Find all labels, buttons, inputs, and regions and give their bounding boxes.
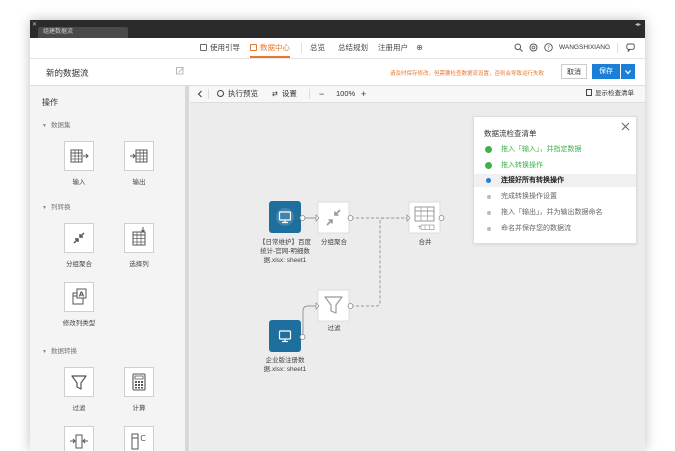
input-node-1-label: 【日常维护】百度统计-官网-明细数据.xlsx: sheet1: [259, 239, 311, 264]
title-bar: ✕ 组建数据流 ◂▸: [30, 20, 645, 38]
checklist-title: 数据流检查清单: [484, 129, 537, 138]
tool-calculate[interactable]: 计算: [114, 367, 164, 412]
pending-dot-icon: [487, 194, 491, 199]
app-window: ✕ 组建数据流 ◂▸ 使用引导 数据中心 总览 总结规划 注册用户 ⊕ ? WA…: [30, 20, 645, 451]
checklist-item[interactable]: 拖入「输入」，并指定数据: [474, 143, 636, 156]
close-icon[interactable]: ✕: [32, 21, 37, 28]
add-tab-icon[interactable]: ⊕: [415, 43, 424, 52]
input-node-2-label: 企业版注册数据.xlsx: sheet1: [263, 357, 307, 373]
nav-summary-plan[interactable]: 总结规划: [338, 38, 368, 58]
section-column-transform[interactable]: ▼ 列转换: [42, 201, 70, 211]
nav-registered-users[interactable]: 注册用户: [378, 38, 408, 58]
data-center-icon: [250, 44, 257, 51]
search-icon[interactable]: [514, 43, 523, 52]
edge-filter-merge: [351, 217, 408, 307]
support-icon[interactable]: [529, 43, 538, 52]
group-aggregate-icon: [64, 223, 94, 253]
checklist-panel: 数据流检查清单 拖入「输入」，并指定数据 拖入转换操作 连接好所有转换操作 完成…: [473, 116, 637, 244]
tool-split-column[interactable]: [54, 426, 104, 451]
close-icon[interactable]: [621, 122, 630, 134]
section-data-transform[interactable]: ▼ 数据转换: [42, 345, 77, 355]
nav-guide[interactable]: 使用引导: [200, 38, 240, 58]
column-type-icon: A: [64, 282, 94, 312]
pending-dot-icon: [487, 226, 491, 231]
tool-input[interactable]: 输入: [54, 141, 104, 186]
sidebar-scrollbar[interactable]: [185, 86, 189, 451]
column-c-icon: C: [124, 426, 154, 451]
flow-header: 新的数据流 请及时保存修改，但需要检查数据流设置，否则会导致运行失败 取消 保存: [30, 59, 645, 86]
checklist-item[interactable]: 命名并保存您的数据流: [474, 222, 636, 235]
caret-down-icon: ▼: [42, 349, 47, 355]
svg-text:?: ?: [547, 46, 550, 52]
filter-icon: [64, 367, 94, 397]
checklist-item[interactable]: 完成转换操作设置: [474, 190, 636, 203]
group-aggregate-node-label: 分组聚合: [321, 239, 347, 246]
nav-overview[interactable]: 总览: [310, 38, 325, 58]
window-controls-icon[interactable]: ◂▸: [635, 21, 641, 28]
tool-output[interactable]: 输出: [114, 141, 164, 186]
input-table-icon: [64, 141, 94, 171]
divider: [617, 43, 618, 53]
nav-data-center[interactable]: 数据中心: [250, 38, 290, 58]
tool-column-type[interactable]: A 修改列类型: [54, 282, 104, 327]
output-table-icon: [124, 141, 154, 171]
input-node-2[interactable]: [269, 320, 306, 352]
input-node-1[interactable]: [269, 201, 306, 233]
merge-node[interactable]: +: [406, 201, 445, 234]
sidebar-title: 操作: [42, 98, 58, 107]
top-nav: 使用引导 数据中心 总览 总结规划 注册用户 ⊕ ? WANGSHIXIANG: [30, 38, 645, 59]
select-columns-icon: [124, 223, 154, 253]
divider: [301, 43, 302, 53]
filter-node-label: 过滤: [327, 325, 341, 332]
tool-column-c[interactable]: C: [114, 426, 164, 451]
help-icon[interactable]: ?: [544, 43, 553, 52]
message-icon[interactable]: [626, 43, 635, 53]
save-warning: 请及时保存修改，但需要检查数据流设置，否则会导致运行失败: [390, 71, 545, 77]
guide-icon: [200, 44, 207, 51]
window-tab[interactable]: 组建数据流: [38, 27, 128, 38]
username[interactable]: WANGSHIXIANG: [559, 38, 610, 58]
operations-sidebar: 操作 ▼ 数据集 输入 输出 ▼ 列转换 分组聚合 选择列 A 修改列类型 ▼ …: [30, 86, 186, 451]
split-column-icon: [64, 426, 94, 451]
current-dot-icon: [486, 178, 491, 183]
caret-down-icon: ▼: [42, 205, 47, 211]
check-icon: [485, 162, 492, 169]
flow-name[interactable]: 新的数据流: [46, 67, 89, 79]
save-dropdown-button[interactable]: [621, 64, 635, 79]
filter-node[interactable]: [315, 289, 354, 322]
merge-node-label: 合并: [418, 239, 432, 246]
save-button[interactable]: 保存: [592, 64, 620, 79]
cancel-button[interactable]: 取消: [561, 64, 587, 79]
chevron-down-icon: [625, 70, 631, 75]
calculator-icon: [124, 367, 154, 397]
section-dataset[interactable]: ▼ 数据集: [42, 119, 70, 129]
tool-filter[interactable]: 过滤: [54, 367, 104, 412]
tool-select-columns[interactable]: 选择列: [114, 223, 164, 268]
checklist-item-current[interactable]: 连接好所有转换操作: [474, 174, 636, 187]
pending-dot-icon: [487, 210, 491, 215]
tool-group-aggregate[interactable]: 分组聚合: [54, 223, 104, 268]
checklist-item[interactable]: 拖入转换操作: [474, 159, 636, 172]
checklist-item[interactable]: 拖入「输出」，并为输出数据命名: [474, 206, 636, 219]
check-icon: [485, 146, 492, 153]
group-aggregate-node[interactable]: [315, 201, 354, 234]
edit-icon[interactable]: [176, 67, 184, 75]
svg-text:A: A: [79, 290, 85, 298]
caret-down-icon: ▼: [42, 123, 47, 129]
svg-text:C: C: [140, 434, 146, 443]
